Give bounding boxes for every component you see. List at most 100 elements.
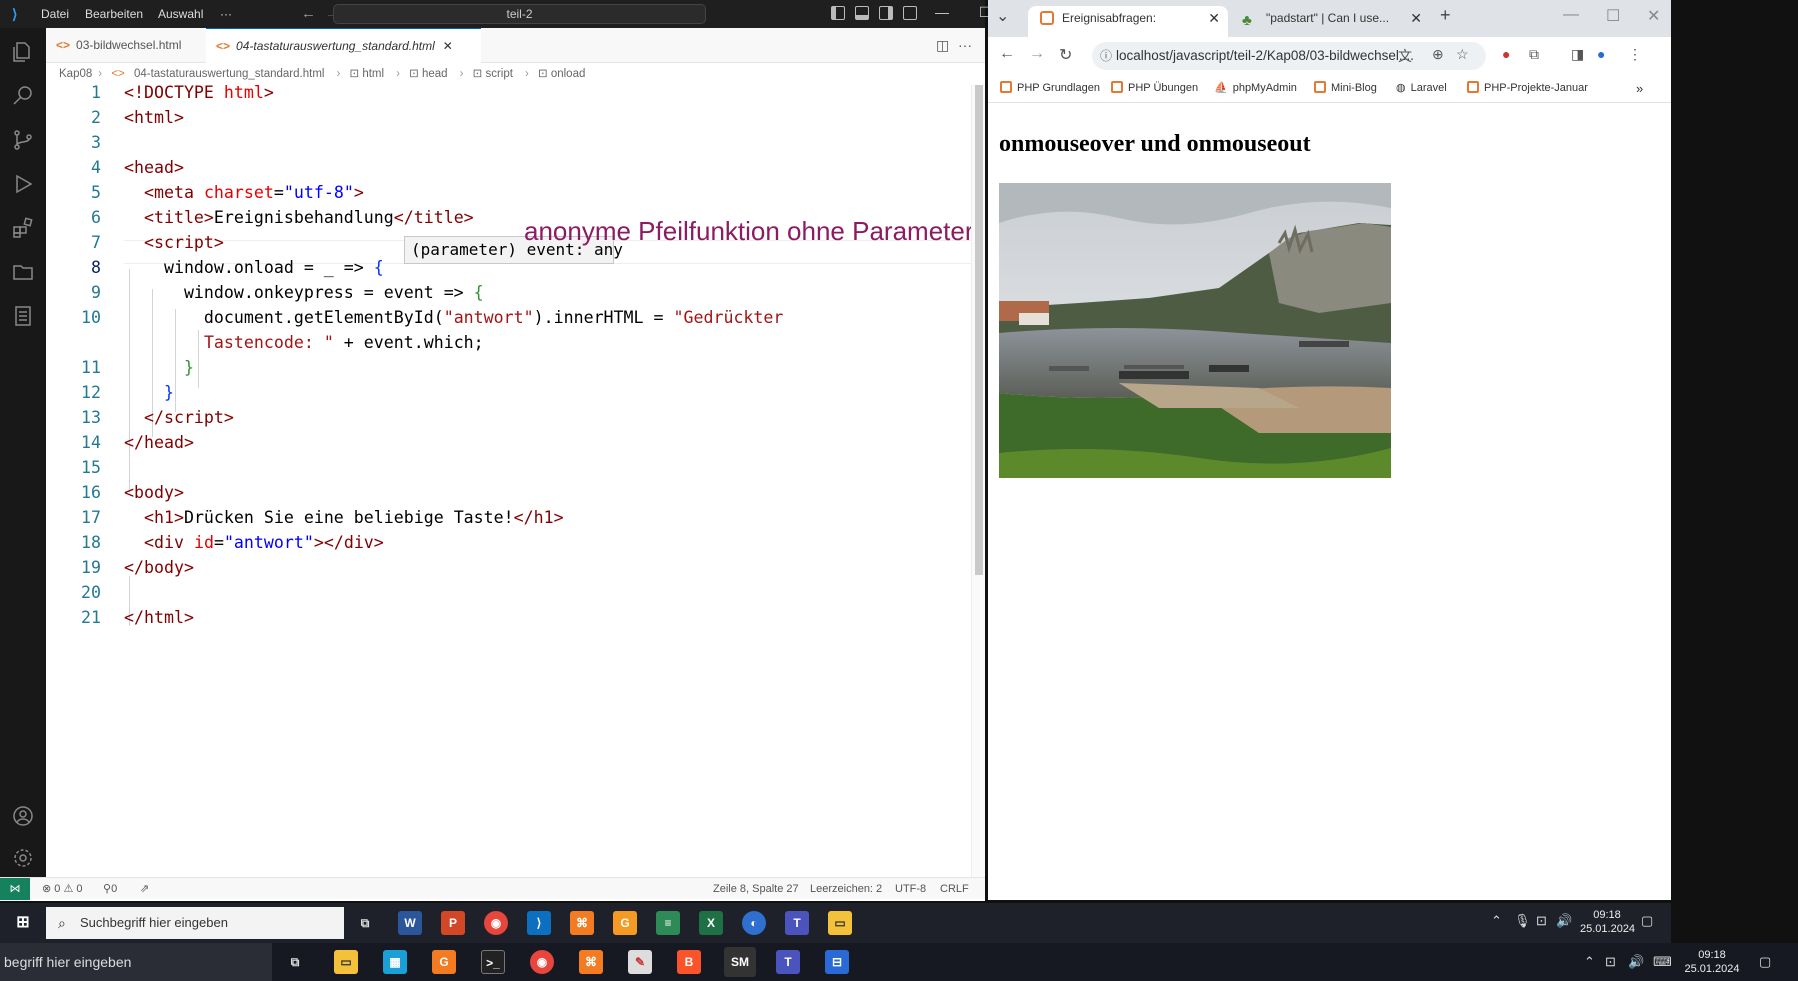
xampp-icon[interactable]: ⌘ [579, 950, 603, 974]
brave-icon[interactable]: B [677, 950, 701, 974]
volume-icon[interactable]: 🔊 [1556, 913, 1572, 929]
app-orange-icon[interactable]: G [613, 911, 637, 935]
chrome-icon[interactable]: ◉ [484, 911, 508, 935]
breadcrumb-html[interactable]: ⊡ html [350, 68, 391, 80]
minimize-icon[interactable]: — [932, 4, 952, 20]
breadcrumb-folder[interactable]: Kap08 [59, 68, 92, 80]
app-blue-icon[interactable]: ▦ [383, 950, 407, 974]
reload-icon[interactable]: ↻ [1059, 45, 1072, 65]
bookmark-star-icon[interactable]: ☆ [1456, 46, 1469, 63]
firefox-icon[interactable]: ◐ [742, 911, 766, 935]
translate-icon[interactable]: 文 [1398, 46, 1412, 66]
problems-status[interactable]: ⊗ 0 ⚠ 0 [42, 878, 83, 900]
tab-03-bildwechsel[interactable]: <> 03-bildwechsel.html [46, 28, 206, 63]
close-tab-icon[interactable]: ✕ [1208, 6, 1220, 30]
terminal-icon[interactable]: >_ [481, 950, 505, 974]
menu-more[interactable]: ··· [220, 7, 232, 21]
site-info-icon[interactable]: ⓘ [1100, 42, 1112, 70]
taskbar-search[interactable]: begriff hier eingeben [0, 943, 272, 981]
maximize-icon[interactable]: ☐ [1606, 6, 1620, 26]
notifications-icon[interactable]: ▢ [1759, 954, 1771, 970]
new-tab-icon[interactable]: + [1440, 5, 1451, 26]
run-debug-icon[interactable] [11, 172, 35, 196]
address-bar[interactable]: ⓘ localhost/javascript/teil-2/Kap08/03-b… [1092, 42, 1486, 70]
bookmark-phpmyadmin[interactable]: ⛵ phpMyAdmin [1214, 81, 1297, 94]
back-icon[interactable]: ← [301, 5, 316, 22]
app-remote-icon[interactable]: ⊟ [825, 950, 849, 974]
zoom-icon[interactable]: ⊕ [1432, 46, 1444, 63]
toggle-sidebar-icon[interactable] [831, 6, 845, 20]
teams-icon[interactable]: T [785, 911, 809, 935]
code-editor[interactable]: 1 2 3 4 5 6 7 8 9 10 11 12 13 14 15 16 1… [46, 83, 974, 884]
network-icon[interactable]: ⊡ [1605, 954, 1616, 970]
menu-datei[interactable]: Datei [41, 7, 69, 21]
folder-icon[interactable] [11, 260, 35, 284]
tray-chevron-icon[interactable]: ⌃ [1491, 913, 1502, 929]
encoding[interactable]: UTF-8 [895, 878, 926, 900]
app-green-icon[interactable]: ≡ [656, 911, 680, 935]
indentation[interactable]: Leerzeichen: 2 [810, 878, 882, 900]
source-control-icon[interactable] [11, 128, 35, 152]
command-center-search[interactable]: teil-2 [333, 4, 706, 24]
notes-icon[interactable] [11, 304, 35, 328]
tray-clock[interactable]: 09:18 25.01.2024 [1580, 908, 1635, 936]
word-icon[interactable]: W [398, 911, 422, 935]
bookmark-mini-blog[interactable]: Mini-Blog [1314, 81, 1377, 94]
volume-icon[interactable]: 🔊 [1628, 954, 1644, 970]
split-editor-icon[interactable]: ◫ [936, 37, 949, 54]
scrollbar-thumb[interactable] [975, 85, 983, 575]
extensions-puzzle-icon[interactable]: ⧉ [1529, 46, 1539, 63]
close-tab-icon[interactable]: ✕ [1410, 6, 1422, 30]
chrome-tab-padstart[interactable]: ♣ "padstart" | Can I use... Support ✕ [1232, 6, 1430, 49]
taskbar-search[interactable]: ⌕ Suchbegriff hier eingeben [46, 907, 344, 939]
menu-bearbeiten[interactable]: Bearbeiten [85, 7, 143, 21]
more-actions-icon[interactable]: ··· [958, 37, 972, 53]
side-panel-icon[interactable]: ◨ [1571, 46, 1584, 63]
network-icon[interactable]: ⊡ [1536, 913, 1547, 929]
customize-layout-icon[interactable] [903, 6, 917, 20]
file-explorer-icon[interactable]: ▭ [334, 950, 358, 974]
keyboard-icon[interactable]: ⌨ [1653, 954, 1672, 970]
back-icon[interactable]: ← [999, 45, 1015, 63]
task-view-icon[interactable]: ⧉ [353, 911, 377, 935]
remote-indicator-icon[interactable]: ⋈ [0, 878, 30, 900]
app-paint-icon[interactable]: ✎ [628, 950, 652, 974]
breadcrumb-onload[interactable]: ⊡ onload [538, 68, 591, 80]
bookmark-php-grundlagen[interactable]: PHP Grundlagen [1000, 81, 1100, 94]
toggle-panel-icon[interactable] [855, 6, 869, 20]
notifications-icon[interactable]: ▢ [1641, 913, 1653, 929]
powerpoint-icon[interactable]: P [441, 911, 465, 935]
profile-avatar-icon[interactable]: ● [1597, 46, 1605, 62]
breadcrumb-head[interactable]: ⊡ head [409, 68, 453, 80]
ports-status[interactable]: ⚲0 [103, 878, 117, 900]
minimize-icon[interactable]: — [1563, 6, 1579, 24]
windows-start-icon[interactable]: ⊞ [11, 911, 35, 935]
river-landscape-image[interactable] [999, 183, 1391, 478]
chrome-menu-icon[interactable]: ⋮ [1628, 46, 1642, 63]
app-orange-icon[interactable]: G [432, 950, 456, 974]
more-bookmarks-icon[interactable]: » [1636, 81, 1643, 96]
account-icon[interactable] [11, 804, 35, 828]
vscode-icon[interactable]: ⟩ [527, 911, 551, 935]
explorer-icon[interactable] [11, 40, 35, 64]
editor-scrollbar[interactable] [971, 85, 985, 884]
close-tab-icon[interactable]: ✕ [443, 39, 453, 53]
extensions-icon[interactable] [11, 216, 35, 240]
tray-clock[interactable]: 09:18 25.01.2024 [1683, 948, 1741, 976]
bookmark-laravel[interactable]: ◍ Laravel [1396, 81, 1447, 94]
breadcrumb-file[interactable]: <> 04-tastaturauswertung_standard.html [111, 68, 330, 80]
settings-gear-icon[interactable] [11, 846, 35, 870]
tray-chevron-icon[interactable]: ⌃ [1584, 954, 1595, 970]
menu-auswahl[interactable]: Auswahl [158, 7, 203, 21]
file-explorer-icon[interactable]: ▭ [828, 911, 852, 935]
breadcrumb-script[interactable]: ⊡ script [473, 68, 519, 80]
tab-search-icon[interactable]: ⌄ [996, 6, 1009, 26]
xampp-icon[interactable]: ⌘ [570, 911, 594, 935]
close-window-icon[interactable]: ✕ [1647, 6, 1660, 26]
task-view-icon[interactable]: ⧉ [283, 950, 307, 974]
excel-icon[interactable]: X [699, 911, 723, 935]
tab-04-tastaturauswertung[interactable]: <> 04-tastaturauswertung_standard.html ✕ [206, 28, 481, 63]
toggle-secondary-sidebar-icon[interactable] [879, 6, 893, 20]
app-smr-icon[interactable]: SM [724, 947, 756, 977]
bookmark-php-projekte-januar[interactable]: PHP-Projekte-Januar [1467, 81, 1588, 94]
